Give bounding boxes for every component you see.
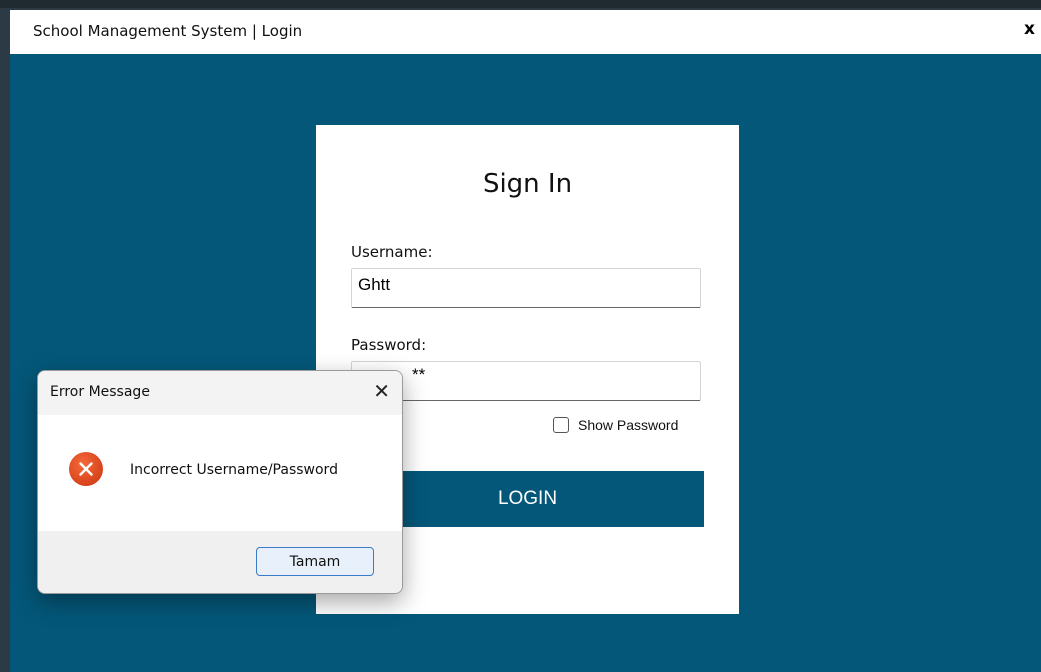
- window-titlebar: School Management System | Login x: [10, 10, 1041, 54]
- dialog-close-button[interactable]: ✕: [373, 379, 390, 403]
- dialog-footer: Tamam: [38, 531, 402, 593]
- dialog-titlebar: Error Message ✕: [38, 371, 402, 415]
- error-dialog: Error Message ✕ Incorrect Username/Passw…: [37, 370, 403, 594]
- window-close-button[interactable]: x: [1024, 19, 1035, 39]
- desktop-strip: [0, 0, 1041, 8]
- error-icon: [69, 452, 103, 486]
- show-password-toggle[interactable]: Show Password: [553, 417, 678, 433]
- password-label: Password:: [351, 336, 427, 354]
- username-input[interactable]: Ghtt: [351, 268, 701, 308]
- login-button[interactable]: LOGIN: [351, 471, 704, 527]
- window-title: School Management System | Login: [33, 22, 303, 40]
- show-password-checkbox[interactable]: [553, 417, 569, 433]
- ok-button[interactable]: Tamam: [256, 547, 374, 576]
- dialog-body: Incorrect Username/Password: [38, 415, 402, 531]
- sign-in-heading: Sign In: [482, 169, 573, 199]
- error-message: Incorrect Username/Password: [130, 462, 338, 478]
- username-label: Username:: [351, 243, 433, 261]
- dialog-title: Error Message: [50, 384, 150, 400]
- password-input[interactable]: **: [351, 361, 701, 401]
- show-password-label: Show Password: [578, 417, 679, 433]
